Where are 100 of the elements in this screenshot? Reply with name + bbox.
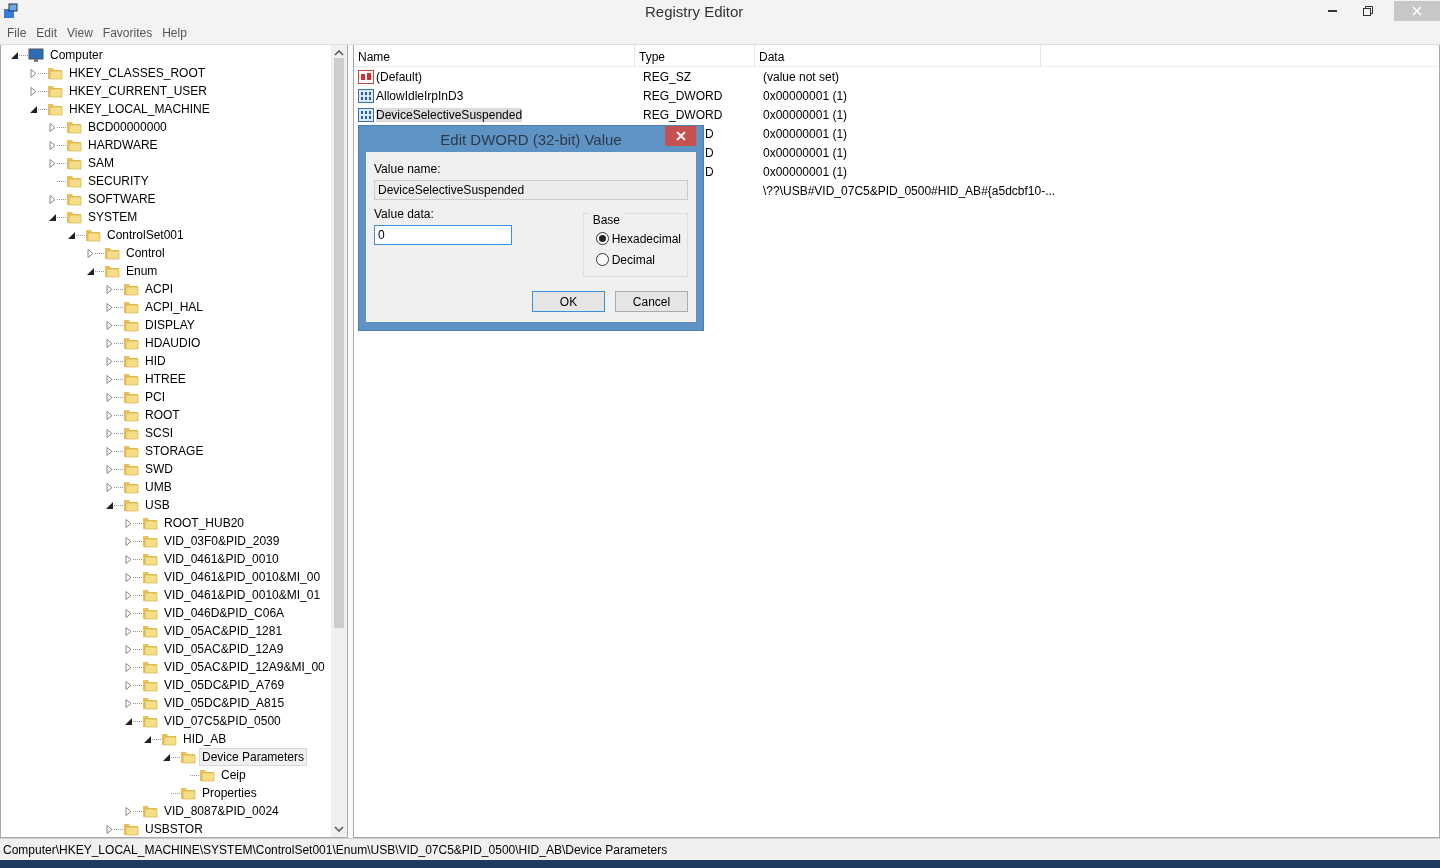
tree-item[interactable]: Computer bbox=[47, 46, 106, 64]
collapsed-arrow-icon[interactable] bbox=[47, 158, 57, 168]
tree-item[interactable]: USBSTOR bbox=[142, 820, 206, 837]
tree-item[interactable]: HARDWARE bbox=[85, 136, 161, 154]
tree-item[interactable]: ROOT bbox=[142, 406, 183, 424]
expanded-arrow-icon[interactable] bbox=[47, 212, 57, 222]
expanded-arrow-icon[interactable] bbox=[142, 734, 152, 744]
expanded-arrow-icon[interactable] bbox=[104, 500, 114, 510]
column-header[interactable]: Type bbox=[635, 45, 755, 66]
tree-item[interactable]: VID_0461&PID_0010 bbox=[161, 550, 282, 568]
value-data-field[interactable]: 0 bbox=[374, 225, 512, 245]
radio-button[interactable] bbox=[595, 253, 609, 266]
tree-item[interactable]: VID_05AC&PID_12A9 bbox=[161, 640, 287, 658]
tree-item[interactable]: HKEY_CLASSES_ROOT bbox=[66, 64, 209, 82]
cancel-button[interactable]: Cancel bbox=[615, 291, 688, 312]
tree-item[interactable]: HKEY_LOCAL_MACHINE bbox=[66, 100, 213, 118]
radio-label[interactable]: Hexadecimal bbox=[611, 231, 681, 246]
expanded-arrow-icon[interactable] bbox=[9, 50, 19, 60]
collapsed-arrow-icon[interactable] bbox=[123, 590, 133, 600]
scroll-up-icon[interactable] bbox=[334, 50, 344, 56]
tree-item[interactable]: PCI bbox=[142, 388, 168, 406]
tree-item[interactable]: SAM bbox=[85, 154, 117, 172]
tree-item[interactable]: SECURITY bbox=[85, 172, 152, 190]
collapsed-arrow-icon[interactable] bbox=[123, 626, 133, 636]
tree-item[interactable]: VID_0461&PID_0010&MI_00 bbox=[161, 568, 324, 586]
tree-item[interactable]: SCSI bbox=[142, 424, 176, 442]
collapsed-arrow-icon[interactable] bbox=[123, 608, 133, 618]
collapsed-arrow-icon[interactable] bbox=[123, 572, 133, 582]
collapsed-arrow-icon[interactable] bbox=[104, 302, 114, 312]
tree-item[interactable]: SOFTWARE bbox=[85, 190, 159, 208]
collapsed-arrow-icon[interactable] bbox=[104, 284, 114, 294]
collapsed-arrow-icon[interactable] bbox=[47, 194, 57, 204]
tree-item[interactable]: Enum bbox=[123, 262, 161, 280]
tree-item[interactable]: Ceip bbox=[218, 766, 249, 784]
collapsed-arrow-icon[interactable] bbox=[28, 86, 38, 96]
tree-item[interactable]: DISPLAY bbox=[142, 316, 198, 334]
collapsed-arrow-icon[interactable] bbox=[47, 140, 57, 150]
collapsed-arrow-icon[interactable] bbox=[104, 482, 114, 492]
collapsed-arrow-icon[interactable] bbox=[104, 464, 114, 474]
value-name-field[interactable]: DeviceSelectiveSuspended bbox=[374, 180, 688, 200]
collapsed-arrow-icon[interactable] bbox=[104, 338, 114, 348]
column-header[interactable]: Name bbox=[354, 45, 635, 66]
tree-item[interactable]: SYSTEM bbox=[85, 208, 141, 226]
collapsed-arrow-icon[interactable] bbox=[28, 68, 38, 78]
radio-label[interactable]: Decimal bbox=[611, 252, 655, 267]
ok-button[interactable]: OK bbox=[532, 291, 605, 312]
tree-item[interactable]: VID_0461&PID_0010&MI_01 bbox=[161, 586, 324, 604]
collapsed-arrow-icon[interactable] bbox=[123, 698, 133, 708]
collapsed-arrow-icon[interactable] bbox=[104, 824, 114, 834]
tree-item[interactable]: VID_05DC&PID_A815 bbox=[161, 694, 288, 712]
menu-item[interactable]: Favorites bbox=[97, 26, 158, 40]
expanded-arrow-icon[interactable] bbox=[85, 266, 95, 276]
tree-item[interactable]: ControlSet001 bbox=[104, 226, 187, 244]
collapsed-arrow-icon[interactable] bbox=[104, 320, 114, 330]
tree-item[interactable]: STORAGE bbox=[142, 442, 207, 460]
collapsed-arrow-icon[interactable] bbox=[123, 680, 133, 690]
tree-item[interactable]: HTREE bbox=[142, 370, 189, 388]
value-name[interactable]: DeviceSelectiveSuspended bbox=[376, 107, 523, 122]
tree-item[interactable]: HDAUDIO bbox=[142, 334, 204, 352]
tree-item[interactable]: VID_05DC&PID_A769 bbox=[161, 676, 288, 694]
collapsed-arrow-icon[interactable] bbox=[104, 410, 114, 420]
tree-item[interactable]: ROOT_HUB20 bbox=[161, 514, 248, 532]
menu-item[interactable]: View bbox=[62, 26, 98, 40]
menu-item[interactable]: File bbox=[2, 26, 32, 40]
tree-item[interactable]: HID bbox=[142, 352, 169, 370]
collapsed-arrow-icon[interactable] bbox=[104, 446, 114, 456]
collapsed-arrow-icon[interactable] bbox=[123, 806, 133, 816]
tree-item[interactable]: ACPI bbox=[142, 280, 176, 298]
radio-button[interactable] bbox=[595, 232, 609, 245]
scrollbar[interactable] bbox=[331, 45, 347, 837]
tree-item[interactable]: HKEY_CURRENT_USER bbox=[66, 82, 211, 100]
column-header[interactable]: Data bbox=[755, 45, 1041, 66]
collapsed-arrow-icon[interactable] bbox=[47, 122, 57, 132]
tree-item[interactable]: UMB bbox=[142, 478, 175, 496]
collapsed-arrow-icon[interactable] bbox=[104, 374, 114, 384]
collapsed-arrow-icon[interactable] bbox=[123, 536, 133, 546]
collapsed-arrow-icon[interactable] bbox=[104, 392, 114, 402]
expanded-arrow-icon[interactable] bbox=[66, 230, 76, 240]
tree-item[interactable]: VID_8087&PID_0024 bbox=[161, 802, 282, 820]
collapsed-arrow-icon[interactable] bbox=[85, 248, 95, 258]
scroll-down-icon[interactable] bbox=[334, 826, 344, 832]
collapsed-arrow-icon[interactable] bbox=[123, 644, 133, 654]
tree-item[interactable]: USB bbox=[142, 496, 173, 514]
tree-item[interactable]: VID_07C5&PID_0500 bbox=[161, 712, 284, 730]
tree-item[interactable]: VID_046D&PID_C06A bbox=[161, 604, 288, 622]
menu-item[interactable]: Edit bbox=[31, 26, 63, 40]
tree-item[interactable]: SWD bbox=[142, 460, 176, 478]
expanded-arrow-icon[interactable] bbox=[123, 716, 133, 726]
menu-item[interactable]: Help bbox=[157, 26, 192, 40]
value-name[interactable]: (Default) bbox=[376, 69, 422, 84]
collapsed-arrow-icon[interactable] bbox=[123, 662, 133, 672]
value-name[interactable]: AllowIdleIrpInD3 bbox=[376, 88, 464, 103]
collapsed-arrow-icon[interactable] bbox=[104, 356, 114, 366]
tree-item[interactable]: BCD00000000 bbox=[85, 118, 170, 136]
tree-item[interactable]: Control bbox=[123, 244, 168, 262]
tree-item[interactable]: HID_AB bbox=[180, 730, 230, 748]
collapsed-arrow-icon[interactable] bbox=[123, 518, 133, 528]
expanded-arrow-icon[interactable] bbox=[161, 752, 171, 762]
close-button[interactable] bbox=[665, 126, 696, 146]
collapsed-arrow-icon[interactable] bbox=[123, 554, 133, 564]
